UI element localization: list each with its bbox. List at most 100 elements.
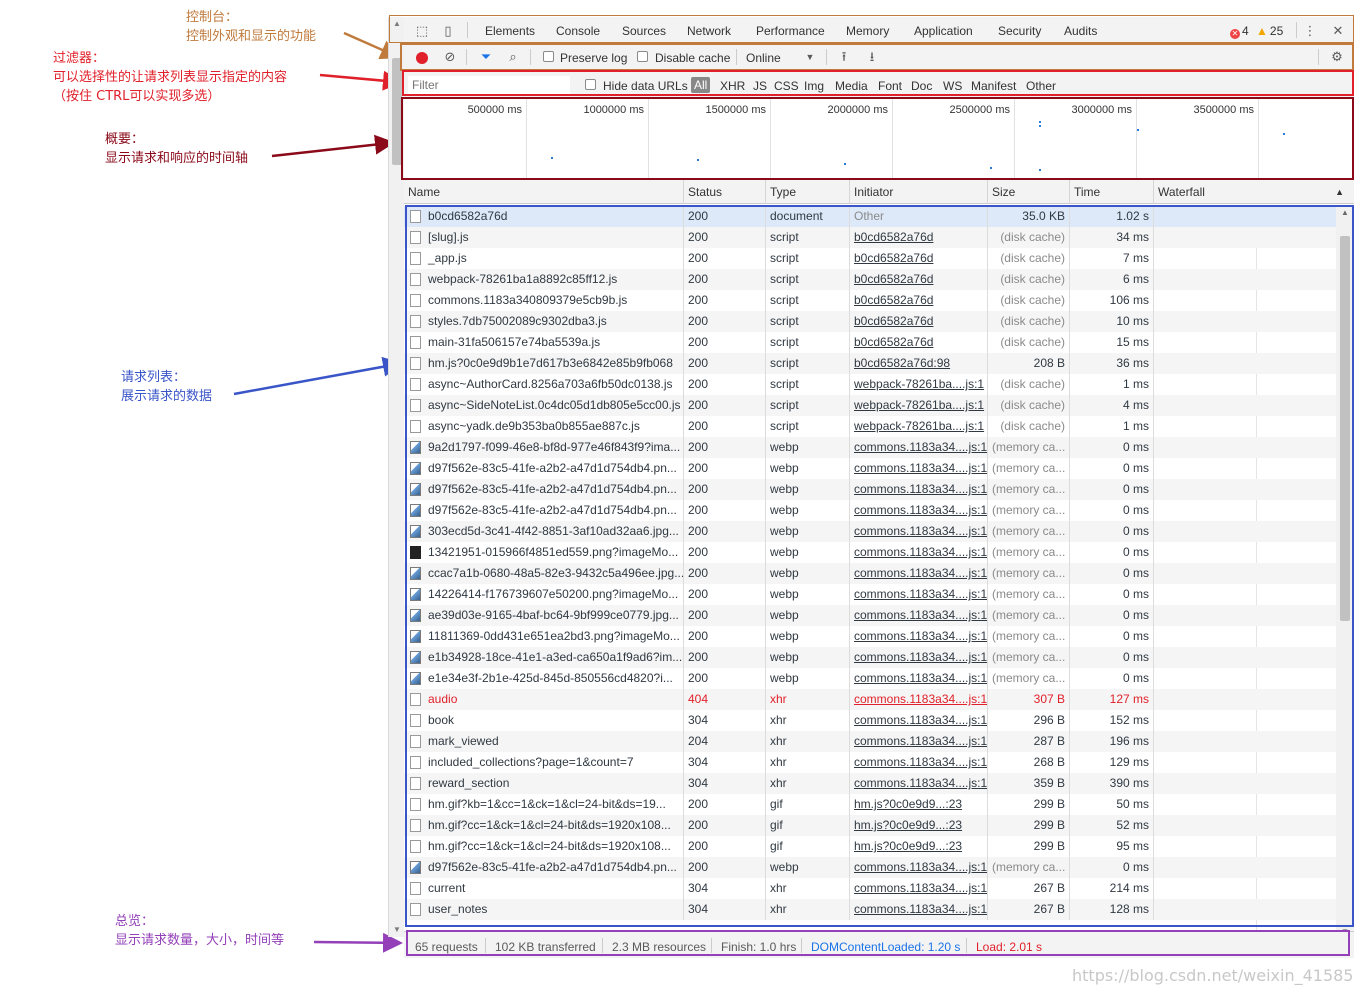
request-row[interactable]: commons.1183a340809379e5cb9b.js 200 script… xyxy=(404,290,1336,311)
request-row[interactable]: main-31fa506157e74ba5539a.js 200 script b0c… xyxy=(404,332,1336,353)
request-row[interactable]: 13421951-015966f4851ed559.png?imageMo...… xyxy=(404,542,1336,563)
initiator-link[interactable]: commons.1183a34....js:1 xyxy=(854,566,987,580)
request-row[interactable]: b0cd6582a76d 200 document Other 35.0 KB 1.02 … xyxy=(404,206,1336,227)
request-row[interactable]: reward_section 304 xhr commons.1183a34....j… xyxy=(404,773,1336,794)
tab-elements[interactable]: Elements xyxy=(485,24,535,38)
preserve-log-checkbox[interactable] xyxy=(543,51,554,62)
filter-type-xhr[interactable]: XHR xyxy=(720,79,745,93)
initiator-link[interactable]: commons.1183a34....js:1 xyxy=(854,587,987,601)
warning-count-badge[interactable]: ▲ 25 xyxy=(1256,24,1283,38)
initiator-link[interactable]: commons.1183a34....js:1 xyxy=(854,692,987,706)
sort-ascending-icon[interactable]: ▲ xyxy=(1335,180,1344,204)
request-row[interactable]: _app.js 200 script b0cd6582a76d (disk cache)… xyxy=(404,248,1336,269)
request-row[interactable]: user_notes 304 xhr commons.1183a34....js:1 2… xyxy=(404,899,1336,920)
initiator-link[interactable]: commons.1183a34....js:1 xyxy=(854,650,987,664)
initiator-link[interactable]: commons.1183a34....js:1 xyxy=(854,524,987,538)
hide-data-urls-checkbox[interactable] xyxy=(585,79,596,90)
filter-input[interactable] xyxy=(408,76,570,94)
import-har-icon[interactable]: ⭱ xyxy=(836,49,852,65)
initiator-link[interactable]: commons.1183a34....js:1 xyxy=(854,482,987,496)
column-header-type[interactable]: Type xyxy=(766,180,850,204)
device-toolbar-icon[interactable]: ▯ xyxy=(440,23,456,39)
tab-application[interactable]: Application xyxy=(914,24,973,38)
filter-type-media[interactable]: Media xyxy=(835,79,868,93)
request-row[interactable]: 9a2d1797-f099-46e8-bf8d-977e46f843f9?ima… xyxy=(404,437,1336,458)
tab-memory[interactable]: Memory xyxy=(846,24,889,38)
initiator-link[interactable]: b0cd6582a76d xyxy=(854,293,933,307)
filter-type-font[interactable]: Font xyxy=(878,79,902,93)
disable-cache-checkbox[interactable] xyxy=(637,51,648,62)
initiator-link[interactable]: commons.1183a34....js:1 xyxy=(854,860,987,874)
initiator-link[interactable]: commons.1183a34....js:1 xyxy=(854,608,987,622)
initiator-link[interactable]: commons.1183a34....js:1 xyxy=(854,734,987,748)
inspect-element-icon[interactable]: ⬚ xyxy=(414,23,430,39)
filter-type-js[interactable]: JS xyxy=(753,79,767,93)
request-list-scrollbar[interactable]: ▲ ▼ xyxy=(1336,206,1354,938)
initiator-link[interactable]: hm.js?0c0e9d9...:23 xyxy=(854,797,962,811)
request-row[interactable]: included_collections?page=1&count=7 304 xh… xyxy=(404,752,1336,773)
filter-icon[interactable]: ⏷ xyxy=(478,49,494,65)
filter-type-ws[interactable]: WS xyxy=(943,79,962,93)
initiator-link[interactable]: commons.1183a34....js:1 xyxy=(854,713,987,727)
column-header-name[interactable]: Name xyxy=(404,180,684,204)
scroll-up-icon[interactable]: ▲ xyxy=(389,17,405,31)
request-row[interactable]: audio 404 xhr commons.1183a34....js:1 307 B1… xyxy=(404,689,1336,710)
initiator-link[interactable]: commons.1183a34....js:1 xyxy=(854,755,987,769)
initiator-link[interactable]: hm.js?0c0e9d9...:23 xyxy=(854,818,962,832)
throttling-select[interactable]: Online xyxy=(746,51,781,65)
request-list-scroll-thumb[interactable] xyxy=(1340,236,1350,621)
column-header-waterfall[interactable]: Waterfall ▲ xyxy=(1154,180,1354,204)
request-row[interactable]: ccac7a1b-0680-48a5-82e3-9432c5a496ee.jpg… xyxy=(404,563,1336,584)
filter-type-doc[interactable]: Doc xyxy=(911,79,932,93)
initiator-link[interactable]: commons.1183a34....js:1 xyxy=(854,545,987,559)
initiator-link[interactable]: b0cd6582a76d xyxy=(854,335,933,349)
request-row[interactable]: 11811369-0dd431e651ea2bd3.png?imageMo...… xyxy=(404,626,1336,647)
initiator-link[interactable]: commons.1183a34....js:1 xyxy=(854,440,987,454)
column-header-size[interactable]: Size xyxy=(988,180,1070,204)
chevron-down-icon[interactable]: ▼ xyxy=(802,49,818,65)
initiator-link[interactable]: b0cd6582a76d xyxy=(854,230,933,244)
request-row[interactable]: async~AuthorCard.8256a703a6fb50dc0138.js… xyxy=(404,374,1336,395)
record-button[interactable] xyxy=(416,52,428,64)
error-count-badge[interactable]: ✕ 4 xyxy=(1230,24,1249,39)
request-row[interactable]: async~SideNoteList.0c4dc05d1db805e5cc00.… xyxy=(404,395,1336,416)
tab-audits[interactable]: Audits xyxy=(1064,24,1097,38)
filter-type-manifest[interactable]: Manifest xyxy=(971,79,1016,93)
request-row[interactable]: mark_viewed 204 xhr commons.1183a34....js:1… xyxy=(404,731,1336,752)
request-row[interactable]: e1b34928-18ce-41e1-a3ed-ca650a1f9ad6?im.… xyxy=(404,647,1336,668)
column-header-initiator[interactable]: Initiator xyxy=(850,180,988,204)
page-scrollbar[interactable]: ▲ ▼ xyxy=(388,17,404,937)
request-row[interactable]: ae39d03e-9165-4baf-bc64-9bf999ce0779.jpg… xyxy=(404,605,1336,626)
search-icon[interactable]: ⌕ xyxy=(505,49,521,65)
request-row[interactable]: 14226414-f176739607e50200.png?imageMo...… xyxy=(404,584,1336,605)
initiator-link[interactable]: commons.1183a34....js:1 xyxy=(854,503,987,517)
initiator-link[interactable]: commons.1183a34....js:1 xyxy=(854,881,987,895)
export-har-icon[interactable]: ⭳ xyxy=(864,49,880,65)
page-scroll-thumb[interactable] xyxy=(392,58,402,165)
request-row[interactable]: hm.gif?cc=1&ck=1&cl=24-bit&ds=1920x108..… xyxy=(404,836,1336,857)
initiator-link[interactable]: webpack-78261ba....js:1 xyxy=(854,377,984,391)
filter-type-css[interactable]: CSS xyxy=(774,79,799,93)
settings-gear-icon[interactable]: ⚙ xyxy=(1329,49,1345,65)
scroll-down-icon[interactable]: ▼ xyxy=(389,923,405,937)
request-row[interactable]: d97f562e-83c5-41fe-a2b2-a47d1d754db4.pn.… xyxy=(404,479,1336,500)
request-row[interactable]: [slug].js 200 script b0cd6582a76d (disk cach… xyxy=(404,227,1336,248)
initiator-link[interactable]: b0cd6582a76d:98 xyxy=(854,356,950,370)
request-row[interactable]: webpack-78261ba1a8892c85ff12.js 200 script… xyxy=(404,269,1336,290)
initiator-link[interactable]: webpack-78261ba....js:1 xyxy=(854,419,984,433)
more-options-icon[interactable]: ⋮ xyxy=(1302,23,1318,39)
request-row[interactable]: styles.7db75002089c9302dba3.js 200 script b… xyxy=(404,311,1336,332)
initiator-link[interactable]: commons.1183a34....js:1 xyxy=(854,902,987,916)
initiator-link[interactable]: b0cd6582a76d xyxy=(854,314,933,328)
filter-type-other[interactable]: Other xyxy=(1026,79,1056,93)
request-row[interactable]: 303ecd5d-3c41-4f42-8851-3af10ad32aa6.jpg… xyxy=(404,521,1336,542)
initiator-link[interactable]: hm.js?0c0e9d9...:23 xyxy=(854,839,962,853)
request-row[interactable]: hm.js?0c0e9d9b1e7d617b3e6842e85b9fb068 20… xyxy=(404,353,1336,374)
request-row[interactable]: e1e34e3f-2b1e-425d-845d-850556cd4820?i..… xyxy=(404,668,1336,689)
column-header-status[interactable]: Status xyxy=(684,180,766,204)
overview-timeline[interactable]: 500000 ms 1000000 ms 1500000 ms 2000000 ms 2… xyxy=(404,99,1354,180)
initiator-link[interactable]: webpack-78261ba....js:1 xyxy=(854,398,984,412)
initiator-link[interactable]: commons.1183a34....js:1 xyxy=(854,629,987,643)
request-row[interactable]: current 304 xhr commons.1183a34....js:1 267 … xyxy=(404,878,1336,899)
initiator-link[interactable]: commons.1183a34....js:1 xyxy=(854,671,987,685)
